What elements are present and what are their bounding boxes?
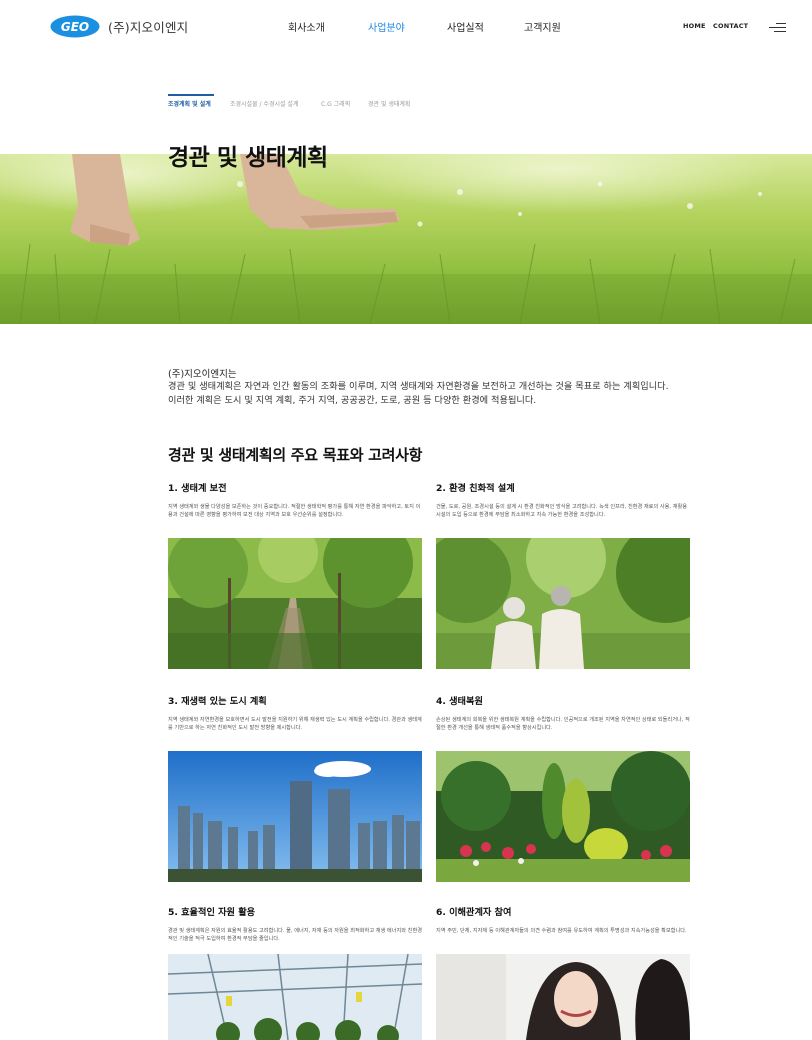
card-stakeholder-participation: 6. 이해관계자 참여 지역 주민, 단체, 지자체 등 이해관계자들의 의견 …	[436, 904, 690, 1040]
card-title: 6. 이해관계자 참여	[436, 907, 512, 918]
nav-support[interactable]: 고객지원	[524, 19, 561, 34]
home-link[interactable]: HOME	[683, 22, 706, 30]
sub-tabs: 조경계획 및 설계 조경시설물 / 수경시설 설계 C.G 그래픽 경관 및 생…	[168, 99, 768, 111]
page-title: 경관 및 생태계획	[168, 145, 328, 171]
active-subtab-indicator	[168, 94, 214, 96]
nav-company[interactable]: 회사소개	[288, 19, 325, 34]
section-title: 경관 및 생태계획의 주요 목표와 고려사항	[168, 446, 423, 464]
city-skyline-photo	[168, 751, 422, 882]
card-desc: 지역 생태계와 자연환경을 보호하면서 도시 발전을 지원하기 위해 재생력 있…	[168, 717, 422, 731]
card-eco-friendly-design: 2. 환경 친화적 설계 건물, 도로, 공원, 조경시설 등의 설계 시 환경…	[436, 480, 690, 670]
subtab-facility-design[interactable]: 조경시설물 / 수경시설 설계	[230, 99, 298, 108]
card-title: 3. 재생력 있는 도시 계획	[168, 696, 267, 707]
card-title: 1. 생태계 보전	[168, 483, 227, 494]
card-title: 2. 환경 친화적 설계	[436, 483, 515, 494]
card-desc: 건물, 도로, 공원, 조경시설 등의 설계 시 환경 친화적인 방식을 고려합…	[436, 504, 688, 518]
card-resilient-urban-planning: 3. 재생력 있는 도시 계획 지역 생태계와 자연환경을 보호하면서 도시 발…	[168, 693, 422, 883]
subtab-cg-graphic[interactable]: C.G 그래픽	[321, 99, 350, 108]
subtab-landscape-plan[interactable]: 조경계획 및 설계	[168, 99, 211, 108]
card-desc: 손상된 생태계의 회복을 위한 생태복원 계획을 수립합니다. 인공적으로 개조…	[436, 717, 690, 731]
card-title: 4. 생태복원	[436, 696, 483, 707]
card-ecosystem-conservation: 1. 생태계 보전 지역 생태계와 생물 다양성을 보존하는 것이 중요합니다.…	[168, 480, 422, 670]
elderly-couple-photo	[436, 538, 690, 669]
menu-icon[interactable]	[768, 21, 786, 33]
subtab-eco-plan[interactable]: 경관 및 생태계획	[368, 99, 410, 108]
forest-path-photo	[168, 538, 422, 669]
hero-image	[0, 154, 812, 324]
intro-company: (주)지오이엔지는	[168, 369, 237, 380]
site-header: GEO (주)지오이엔지 회사소개 사업분야 사업실적 고객지원 HOME CO…	[0, 0, 812, 54]
smiling-woman-photo	[436, 954, 690, 1040]
greenhouse-photo	[168, 954, 422, 1040]
nav-results[interactable]: 사업실적	[447, 19, 484, 34]
garden-photo	[436, 751, 690, 882]
nav-business[interactable]: 사업분야	[368, 19, 405, 34]
card-efficient-resource-use: 5. 효율적인 자원 활용 경관 및 생태계획은 자원의 효율적 활용도 고려합…	[168, 904, 422, 1040]
contact-link[interactable]: CONTACT	[713, 22, 748, 30]
intro-text: 경관 및 생태계획은 자연과 인간 활동의 조화를 이루며, 지역 생태계와 자…	[168, 381, 669, 406]
card-desc: 지역 생태계와 생물 다양성을 보존하는 것이 중요합니다. 적절한 생태학적 …	[168, 504, 421, 518]
card-title: 5. 효율적인 자원 활용	[168, 907, 256, 918]
card-ecological-restoration: 4. 생태복원 손상된 생태계의 회복을 위한 생태복원 계획을 수립합니다. …	[436, 693, 690, 883]
